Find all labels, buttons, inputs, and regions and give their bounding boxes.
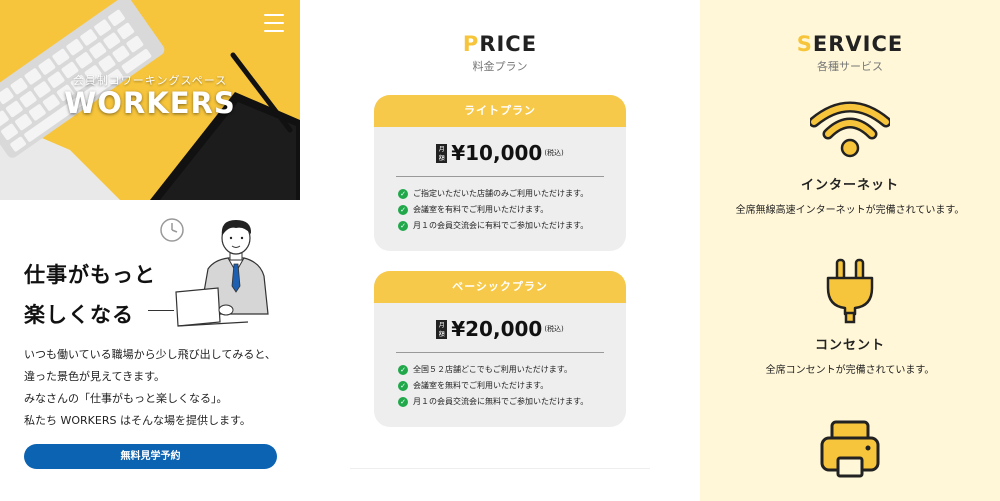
service-item-internet: インターネット 全席無線高速インターネットが完備されています。: [700, 100, 1000, 216]
plan-name: ベーシックプラン: [374, 271, 626, 303]
check-icon: ✓: [398, 364, 408, 375]
price-title-rest: RICE: [479, 32, 538, 56]
price-section: PRICE 料金プラン ライトプラン 月額 ¥10,000 (税込) ✓ ご指定いただ…: [350, 0, 650, 501]
service-name: コンセント: [814, 338, 885, 353]
paragraph-line: 違った景色が見えてきます。: [24, 370, 166, 383]
plan-card-light: ライトプラン 月額 ¥10,000 (税込) ✓ ご指定いただいた店舗のみご利用いただ…: [374, 95, 626, 251]
check-icon: ✓: [398, 220, 408, 231]
hero-title: WORKERS: [64, 86, 236, 120]
hero-column: 会員制コワーキングスペース WORKERS 仕事がもっと 楽しくなる いつも働い…: [0, 0, 300, 501]
free-tour-reservation-button[interactable]: 無料見学予約: [24, 444, 277, 469]
service-item-printer: [700, 418, 1000, 482]
plan-price: ¥10,000: [451, 141, 543, 165]
headline-line-2: 楽しくなる: [24, 303, 134, 327]
businessman-laptop-icon: [160, 218, 269, 327]
plan-feature: ✓ 会議室を無料でご利用いただけます。: [398, 378, 604, 394]
service-name: インターネット: [800, 178, 899, 193]
hero-banner: 会員制コワーキングスペース WORKERS: [0, 0, 300, 200]
plan-feature: ✓ 全国５２店舗どこでもご利用いただけます。: [398, 362, 604, 378]
printer-icon: [820, 420, 880, 478]
plug-icon: [826, 258, 874, 324]
plan-feature-list: ✓ 全国５２店舗どこでもご利用いただけます。 ✓ 会議室を無料でご利用いただけます。…: [374, 362, 626, 410]
service-section: SERVICE 各種サービス インターネット 全席無線高速インターネットが完備さ…: [700, 0, 1000, 501]
headline-line-1: 仕事がもっと: [24, 263, 156, 287]
paragraph-line: みなさんの「仕事がもっと楽しくなる」。: [24, 392, 228, 405]
plan-feature: ✓ 会議室を有料でご利用いただけます。: [398, 202, 604, 218]
check-icon: ✓: [398, 188, 408, 199]
plan-price-row: 月額 ¥20,000 (税込): [374, 317, 626, 345]
price-title: PRICE: [350, 32, 650, 56]
plan-feature: ✓ 月１の会員交流会に無料でご参加いただけます。: [398, 394, 604, 410]
plan-price-row: 月額 ¥10,000 (税込): [374, 141, 626, 169]
hamburger-icon[interactable]: [264, 14, 284, 32]
section-divider: [350, 468, 650, 469]
plan-tax: (税込): [544, 325, 564, 333]
service-title-initial: S: [796, 32, 813, 56]
wifi-icon: [810, 101, 890, 158]
check-icon: ✓: [398, 380, 408, 391]
price-title-initial: P: [462, 32, 480, 56]
check-icon: ✓: [398, 204, 408, 215]
price-tag: 月額: [436, 319, 448, 339]
intro-headline: 仕事がもっと 楽しくなる: [24, 255, 156, 335]
plan-feature: ✓ ご指定いただいた店舗のみご利用いただけます。: [398, 186, 604, 202]
paragraph-line: いつも働いている職場から少し飛び出してみると、: [24, 348, 276, 361]
plan-divider: [396, 176, 604, 177]
intro-paragraph: いつも働いている職場から少し飛び出してみると、 違った景色が見えてきます。 みな…: [24, 344, 276, 432]
plan-divider: [396, 352, 604, 353]
price-tag: 月額: [436, 143, 448, 163]
plan-name: ライトプラン: [374, 95, 626, 127]
price-subtitle: 料金プラン: [472, 60, 528, 73]
service-title: SERVICE: [700, 32, 1000, 56]
plan-feature: ✓ 月１の会員交流会に有料でご参加いただけます。: [398, 218, 604, 234]
check-icon: ✓: [398, 396, 408, 407]
plan-feature-list: ✓ ご指定いただいた店舗のみご利用いただけます。 ✓ 会議室を有料でご利用いただけま…: [374, 186, 626, 234]
service-item-outlet: コンセント 全席コンセントが完備されています。: [700, 258, 1000, 376]
plan-price: ¥20,000: [451, 317, 543, 341]
service-desc: 全席コンセントが完備されています。: [765, 365, 935, 376]
plan-card-basic: ベーシックプラン 月額 ¥20,000 (税込) ✓ 全国５２店舗どこでもご利用いただ…: [374, 271, 626, 427]
service-title-rest: ERVICE: [812, 32, 904, 56]
service-subtitle: 各種サービス: [817, 60, 883, 73]
service-desc: 全席無線高速インターネットが完備されています。: [735, 205, 965, 216]
plan-tax: (税込): [544, 149, 564, 157]
paragraph-line: 私たち WORKERS はそんな場を提供します。: [24, 414, 251, 427]
